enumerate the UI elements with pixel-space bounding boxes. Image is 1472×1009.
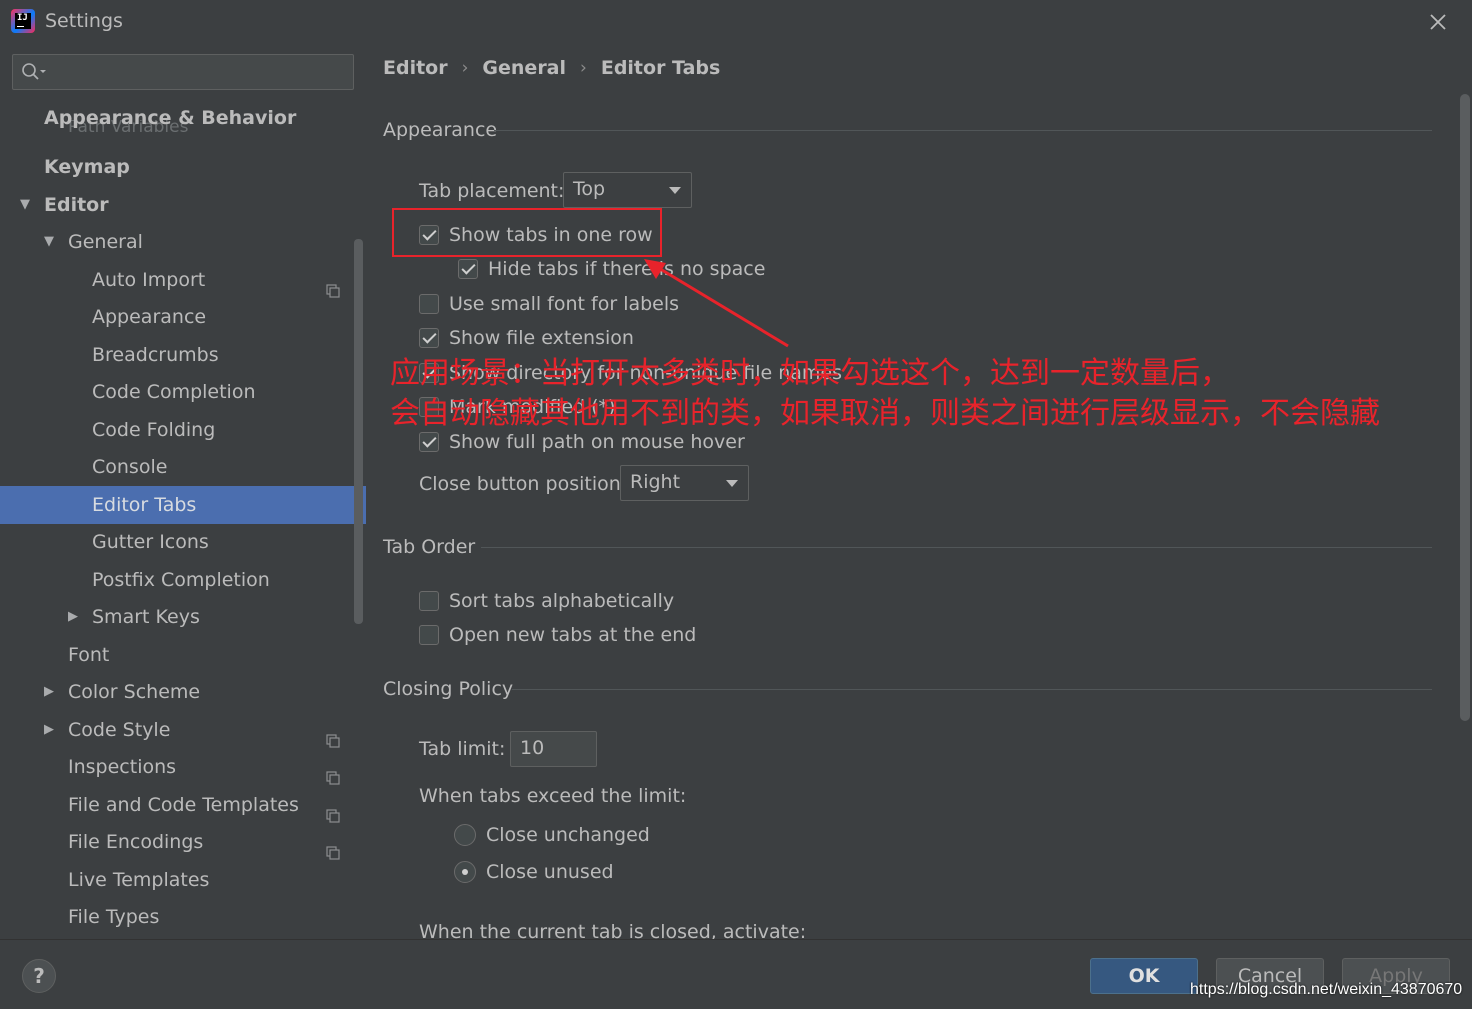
checkbox-checked[interactable] <box>419 432 439 452</box>
watermark-text: https://blog.csdn.net/weixin_43870670 <box>1190 981 1463 998</box>
title-bar: IJ Settings <box>0 0 1472 44</box>
sidebar-scrollbar[interactable] <box>354 239 363 624</box>
chevron-down-icon <box>669 187 681 194</box>
section-title-appearance: Appearance <box>383 119 498 141</box>
content-scrollbar[interactable] <box>1460 94 1470 721</box>
tree-item-file-types[interactable]: File Types <box>0 898 366 936</box>
tree-item-editor-tabs[interactable]: Editor Tabs <box>0 486 366 524</box>
tree-item-appearance[interactable]: Appearance <box>0 298 366 336</box>
collapsed-arrow-icon[interactable]: ▶ <box>44 711 54 749</box>
tree-item-color-scheme[interactable]: ▶ Color Scheme <box>0 673 366 711</box>
current-tab-closed-label: When the current tab is closed, activate… <box>419 921 807 939</box>
annotation-arrow-icon <box>644 259 789 348</box>
tab-placement-label: Tab placement: <box>419 180 565 202</box>
tree-item-live-templates[interactable]: Live Templates <box>0 861 366 899</box>
window-title: Settings <box>45 10 123 32</box>
sort-alphabetically-checkbox[interactable]: Sort tabs alphabetically <box>419 589 699 615</box>
intellij-logo-icon: IJ <box>11 9 35 33</box>
tree-item-postfix-completion[interactable]: Postfix Completion <box>0 561 366 599</box>
checkbox-checked[interactable] <box>419 328 439 348</box>
ok-button[interactable]: OK <box>1090 958 1198 994</box>
expanded-arrow-icon[interactable]: ▼ <box>20 186 30 224</box>
tree-item-editor[interactable]: ▼ Editor <box>0 186 366 224</box>
section-title-tab-order: Tab Order <box>383 536 476 558</box>
tree-item-file-encodings[interactable]: File Encodings <box>0 823 366 861</box>
close-unchanged-radio[interactable]: Close unchanged <box>454 823 674 849</box>
exceed-limit-label: When tabs exceed the limit: <box>419 785 687 807</box>
close-button-position-dropdown[interactable]: Right <box>620 465 749 501</box>
collapsed-arrow-icon[interactable]: ▶ <box>44 673 54 711</box>
tree-item-appearance-behavior[interactable]: Appearance & Behavior <box>0 99 366 137</box>
close-unused-radio[interactable]: Close unused <box>454 860 674 886</box>
breadcrumb: Editor › General › Editor Tabs <box>383 56 720 80</box>
checkbox-unchecked[interactable] <box>419 591 439 611</box>
search-icon <box>21 62 47 87</box>
breadcrumb-editor[interactable]: Editor <box>383 57 448 79</box>
tree-item-smart-keys[interactable]: ▶ Smart Keys <box>0 598 366 636</box>
help-button[interactable]: ? <box>22 959 56 993</box>
chevron-right-icon: › <box>580 57 587 78</box>
tree-item-inspections[interactable]: Inspections <box>0 748 366 786</box>
checkbox-unchecked[interactable] <box>419 294 439 314</box>
checkbox-checked[interactable] <box>458 259 478 279</box>
settings-tree-sidebar: Path Variables Appearance & Behavior Key… <box>0 44 366 939</box>
tree-item-font[interactable]: Font <box>0 636 366 674</box>
tree-item-gutter-icons[interactable]: Gutter Icons <box>0 523 366 561</box>
breadcrumb-general[interactable]: General <box>482 57 566 79</box>
collapsed-arrow-icon[interactable]: ▶ <box>68 598 78 636</box>
tree-item-code-folding[interactable]: Code Folding <box>0 411 366 449</box>
section-divider <box>481 547 1432 548</box>
tree-item-auto-import[interactable]: Auto Import <box>0 261 366 299</box>
tree-item-code-style[interactable]: ▶ Code Style <box>0 711 366 749</box>
chevron-down-icon <box>726 480 738 487</box>
tab-limit-input[interactable]: 10 <box>510 731 597 767</box>
search-input[interactable] <box>12 54 354 90</box>
expanded-arrow-icon[interactable]: ▼ <box>44 223 54 261</box>
radio-selected[interactable] <box>454 861 476 883</box>
dialog-button-bar: ? OK Cancel Apply https://blog.csdn.net/… <box>0 939 1472 1009</box>
annotation-line-2: 会自动隐藏其他用不到的类，如果取消，则类之间进行层级显示，不会隐藏 <box>390 396 1380 431</box>
radio-unselected[interactable] <box>454 824 476 846</box>
breadcrumb-editor-tabs: Editor Tabs <box>600 56 721 79</box>
section-title-closing-policy: Closing Policy <box>383 678 514 700</box>
close-icon[interactable] <box>1424 8 1452 36</box>
tree-item-console[interactable]: Console <box>0 448 366 486</box>
tree-item-code-completion[interactable]: Code Completion <box>0 373 366 411</box>
section-divider <box>494 130 1432 131</box>
chevron-right-icon: › <box>461 57 469 78</box>
open-tabs-at-end-checkbox[interactable]: Open new tabs at the end <box>419 623 699 649</box>
tree-item-file-code-templates[interactable]: File and Code Templates <box>0 786 366 824</box>
section-divider <box>512 689 1432 690</box>
tab-placement-dropdown[interactable]: Top <box>563 172 692 208</box>
tree-item-general[interactable]: ▼ General <box>0 223 366 261</box>
annotation-line-1: 应用场景：当打开太多类时，如果勾选这个，达到一定数量后， <box>390 356 1230 391</box>
annotation-text: 应用场景：当打开太多类时，如果勾选这个，达到一定数量后， 会自动隐藏其他用不到的… <box>390 354 1380 434</box>
settings-content-panel: Editor › General › Editor Tabs Appearance Ta… <box>366 44 1472 939</box>
tree-item-keymap[interactable]: Keymap <box>0 148 366 186</box>
close-button-position-label: Close button position: <box>419 473 628 495</box>
checkbox-unchecked[interactable] <box>419 625 439 645</box>
tree-item-breadcrumbs[interactable]: Breadcrumbs <box>0 336 366 374</box>
tab-limit-label: Tab limit: <box>419 738 506 760</box>
annotation-highlight-box <box>392 208 662 257</box>
